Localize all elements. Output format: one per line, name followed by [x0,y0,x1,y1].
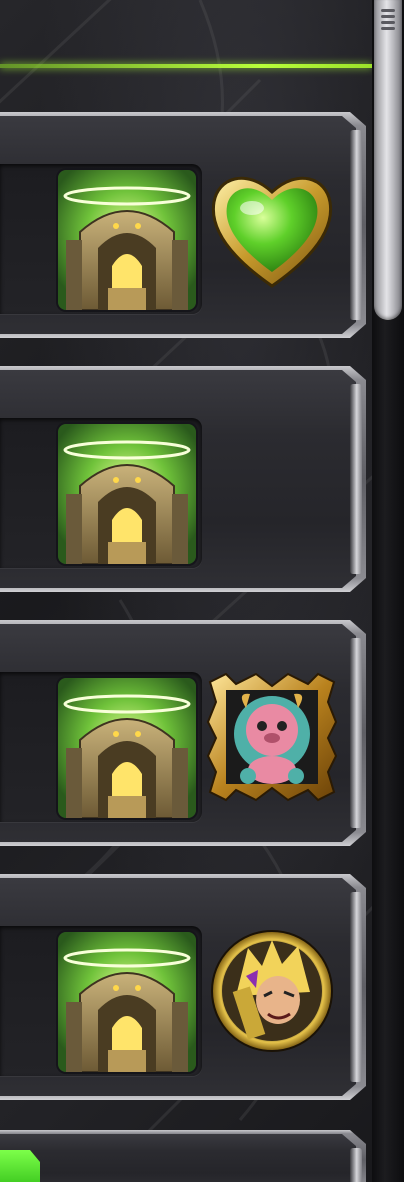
temple-gate-icon [58,424,196,564]
quest-list-screen [0,0,404,1182]
pink-bear-monster-icon [206,672,338,802]
quest-row-partial[interactable] [0,1130,366,1182]
quest-row[interactable] [0,874,366,1100]
quest-row[interactable] [0,112,366,338]
temple-gate-icon [58,932,196,1072]
row-edge [350,892,362,1082]
green-tab-button[interactable] [0,1150,40,1182]
temple-gate-icon [58,678,196,818]
row-body [0,1134,356,1182]
quest-row[interactable] [0,620,366,846]
scroll-grip-icon [374,6,402,33]
row-edge [350,384,362,574]
row-edge [350,638,362,828]
row-edge [350,130,362,320]
top-divider-line [0,64,372,68]
row-edge [350,1148,362,1182]
scrollbar-thumb[interactable] [374,0,402,320]
quest-row[interactable] [0,366,366,592]
blonde-warrior-medallion-icon [206,926,338,1056]
temple-gate-icon [58,170,196,310]
green-heart-icon [206,164,338,294]
